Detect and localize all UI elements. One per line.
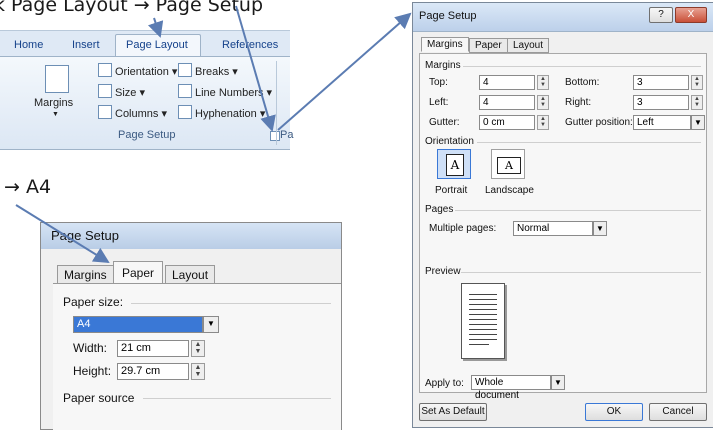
arrow-to-page-layout-tab bbox=[147, 17, 164, 38]
arrow-to-big-dialog bbox=[277, 12, 412, 131]
arrow-to-dialog-launcher bbox=[235, 5, 276, 132]
arrow-to-paper-tab bbox=[15, 204, 110, 264]
callout-arrows bbox=[15, 5, 412, 264]
